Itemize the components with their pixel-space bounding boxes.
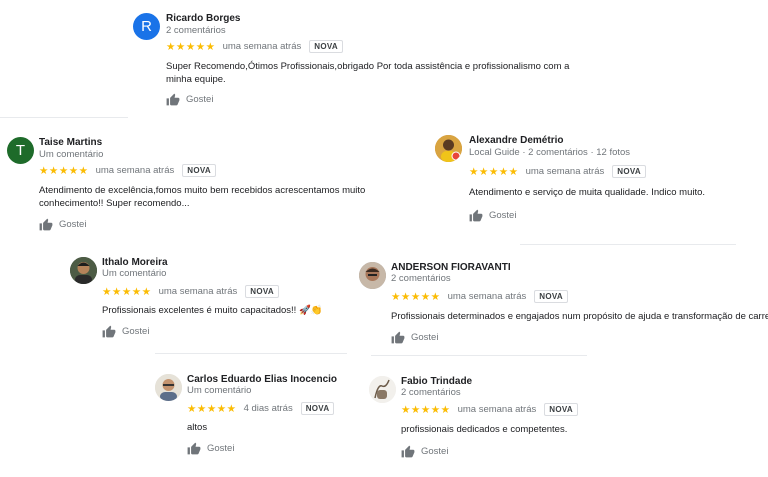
- like-label: Gostei: [59, 219, 87, 230]
- new-badge: NOVA: [182, 164, 216, 177]
- reviewer-name[interactable]: Taise Martins: [39, 137, 102, 148]
- like-label: Gostei: [411, 332, 439, 343]
- avatar[interactable]: [369, 376, 396, 403]
- review-text: Profissionais excelentes é muito capacit…: [102, 305, 323, 316]
- like-label: Gostei: [122, 326, 150, 337]
- avatar[interactable]: T: [7, 137, 34, 164]
- profile-photo-icon: [435, 135, 462, 162]
- like-label: Gostei: [186, 94, 214, 105]
- profile-photo-icon: [359, 262, 386, 289]
- reviewer-meta: Um comentário: [102, 268, 167, 279]
- new-badge: NOVA: [245, 285, 279, 298]
- like-button[interactable]: Gostei: [187, 442, 234, 455]
- new-badge: NOVA: [534, 290, 568, 303]
- reviewer-meta: 2 comentários: [401, 387, 461, 398]
- thumbs-up-icon: [166, 93, 180, 106]
- new-badge: NOVA: [612, 165, 646, 178]
- like-label: Gostei: [207, 443, 235, 454]
- thumbs-up-icon: [187, 442, 201, 455]
- like-button[interactable]: Gostei: [102, 325, 149, 338]
- profile-photo-icon: [369, 376, 396, 403]
- reviewer-meta: 2 comentários: [166, 25, 226, 36]
- rating-row: ★★★★★ uma semana atrás NOVA: [391, 290, 568, 303]
- thumbs-up-icon: [401, 445, 415, 458]
- review-text: Atendimento e serviço de muita qualidade…: [469, 187, 706, 198]
- reviewer-meta: Um comentário: [39, 149, 104, 160]
- avatar[interactable]: [435, 135, 462, 162]
- rating-row: ★★★★★ uma semana atrás NOVA: [469, 165, 646, 178]
- avatar[interactable]: [359, 262, 386, 289]
- reviewer-name[interactable]: Fabio Trindade: [401, 376, 472, 387]
- like-label: Gostei: [489, 210, 517, 221]
- avatar[interactable]: [155, 374, 182, 401]
- review-text: Super Recomendo,Ótimos Profissionais,obr…: [166, 61, 570, 85]
- reviewer-meta: 2 comentários: [391, 273, 451, 284]
- review-text: profissionais dedicados e competentes.: [401, 424, 568, 435]
- like-button[interactable]: Gostei: [469, 209, 516, 222]
- review-time: uma semana atrás: [158, 286, 238, 297]
- avatar[interactable]: [70, 257, 97, 284]
- rating-row: ★★★★★ uma semana atrás NOVA: [39, 164, 216, 177]
- like-label: Gostei: [421, 446, 449, 457]
- thumbs-up-icon: [469, 209, 483, 222]
- reviewer-name[interactable]: Alexandre Demétrio: [469, 135, 563, 146]
- reviewer-meta: Um comentário: [187, 385, 252, 396]
- divider: [0, 117, 128, 118]
- star-rating: ★★★★★: [187, 402, 237, 415]
- review-time: uma semana atrás: [457, 404, 537, 415]
- new-badge: NOVA: [544, 403, 578, 416]
- reviewer-name[interactable]: Ithalo Moreira: [102, 257, 168, 268]
- divider: [155, 353, 347, 354]
- rating-row: ★★★★★ uma semana atrás NOVA: [102, 285, 279, 298]
- divider: [520, 244, 736, 245]
- new-badge: NOVA: [300, 402, 335, 415]
- review-time: uma semana atrás: [447, 291, 527, 302]
- reviewer-name[interactable]: ANDERSON FIORAVANTI: [391, 262, 511, 273]
- rating-row: ★★★★★ 4 dias atrás NOVA: [187, 402, 335, 415]
- review-time: uma semana atrás: [525, 166, 605, 177]
- like-button[interactable]: Gostei: [401, 445, 448, 458]
- review-text: Profissionais determinados e engajados n…: [391, 311, 768, 322]
- thumbs-up-icon: [102, 325, 116, 338]
- profile-photo-icon: [70, 257, 97, 284]
- thumbs-up-icon: [391, 331, 405, 344]
- thumbs-up-icon: [39, 218, 53, 231]
- reviewer-name[interactable]: Carlos Eduardo Elias Inocencio: [187, 374, 337, 385]
- new-badge: NOVA: [309, 40, 343, 53]
- like-button[interactable]: Gostei: [166, 93, 213, 106]
- like-button[interactable]: Gostei: [39, 218, 86, 231]
- divider: [371, 355, 587, 356]
- review-text: Atendimento de excelência,fomos muito be…: [39, 185, 366, 209]
- star-rating: ★★★★★: [39, 164, 89, 177]
- like-button[interactable]: Gostei: [391, 331, 438, 344]
- review-text: altos: [187, 422, 208, 433]
- star-rating: ★★★★★: [469, 165, 519, 178]
- avatar[interactable]: R: [133, 13, 160, 40]
- review-time: 4 dias atrás: [243, 403, 293, 414]
- star-rating: ★★★★★: [391, 290, 441, 303]
- review-time: uma semana atrás: [95, 165, 175, 176]
- star-rating: ★★★★★: [166, 40, 216, 53]
- star-rating: ★★★★★: [102, 285, 152, 298]
- profile-photo-icon: [155, 374, 182, 401]
- rating-row: ★★★★★ uma semana atrás NOVA: [401, 403, 578, 416]
- star-rating: ★★★★★: [401, 403, 451, 416]
- review-time: uma semana atrás: [222, 41, 302, 52]
- reviewer-name[interactable]: Ricardo Borges: [166, 13, 240, 24]
- reviewer-meta: Local Guide · 2 comentários · 12 fotos: [469, 147, 631, 158]
- rating-row: ★★★★★ uma semana atrás NOVA: [166, 40, 343, 53]
